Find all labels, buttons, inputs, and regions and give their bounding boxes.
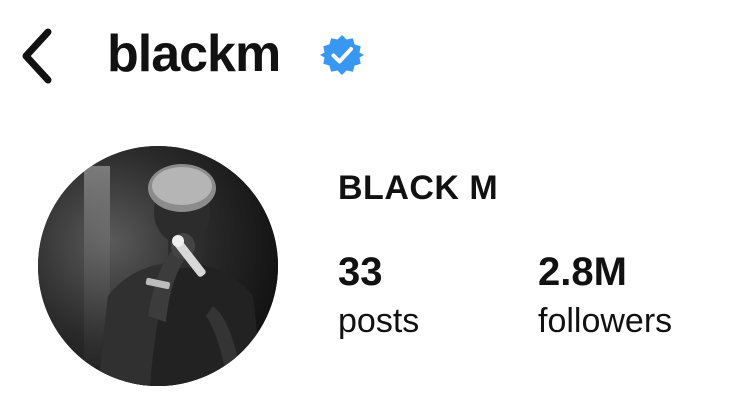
profile-display-name: BLACK M <box>338 169 499 207</box>
profile-username: blackm <box>107 25 281 83</box>
followers-count: 2.8M <box>538 250 627 294</box>
verified-badge-icon <box>320 33 364 77</box>
posts-label: posts <box>338 302 420 340</box>
back-button[interactable] <box>14 26 60 86</box>
posts-count: 33 <box>338 250 383 294</box>
chevron-left-icon <box>22 28 52 84</box>
followers-label: followers <box>538 302 673 340</box>
followers-stat[interactable]: 2.8M followers <box>538 248 672 342</box>
posts-stat[interactable]: 33 posts <box>338 248 419 342</box>
avatar[interactable] <box>38 146 278 386</box>
profile-photo <box>38 146 278 386</box>
